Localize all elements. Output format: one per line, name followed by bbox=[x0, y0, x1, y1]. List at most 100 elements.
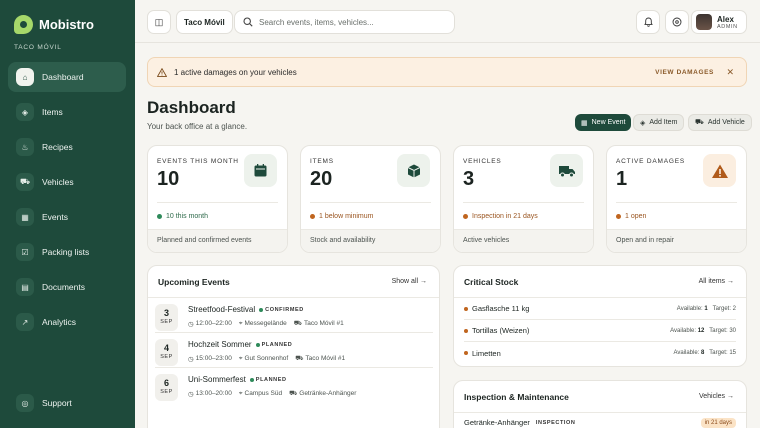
clock-icon: ◷ bbox=[188, 390, 194, 398]
stat-value: 10 bbox=[157, 168, 180, 190]
status-text: PLANNED bbox=[255, 376, 287, 383]
user-menu[interactable]: Alex ADMIN bbox=[691, 10, 747, 34]
brand[interactable]: Mobistro bbox=[14, 15, 94, 34]
card-divider bbox=[454, 412, 746, 413]
trailer-icon: ⛟ bbox=[289, 390, 298, 397]
status-dot bbox=[157, 214, 162, 219]
calendar-icon: ▦ bbox=[16, 208, 34, 226]
organization-switcher[interactable]: Taco Móvil bbox=[176, 10, 233, 34]
package-icon: ◈ bbox=[640, 119, 646, 127]
available-label: Available: bbox=[676, 305, 703, 312]
sidebar-item-vehicles[interactable]: ⛟ Vehicles bbox=[8, 167, 126, 197]
event-title: Hochzeit Sommer PLANNED bbox=[188, 340, 292, 349]
home-icon: ⌂ bbox=[16, 68, 34, 86]
stat-footer: Stock and availability bbox=[301, 229, 440, 252]
available-value: 1 bbox=[704, 305, 708, 312]
truck-icon: ⛟ bbox=[16, 173, 34, 191]
status-badge: PLANNED bbox=[249, 376, 287, 383]
sidebar-item-analytics[interactable]: ↗ Analytics bbox=[8, 307, 126, 337]
event-vehicle-text: Taco Móvil #1 bbox=[303, 320, 344, 327]
event-day: 4 bbox=[163, 343, 169, 353]
all-items-link[interactable]: All items → bbox=[699, 278, 734, 285]
warning-icon bbox=[711, 164, 728, 178]
notifications-button[interactable] bbox=[636, 10, 660, 34]
truck-icon bbox=[558, 165, 575, 177]
stock-row[interactable]: Gasflasche 11 kg Available: 1 Target: 2 bbox=[464, 298, 736, 320]
card-title: Inspection & Maintenance bbox=[464, 392, 569, 402]
target-label: Target: bbox=[709, 327, 728, 334]
alert-text: 1 active damages on your vehicles bbox=[174, 67, 297, 77]
status-dot bbox=[464, 328, 468, 333]
inspection-type-badge: INSPECTION bbox=[535, 419, 576, 426]
sidebar-nav: ⌂ Dashboard ◈ Items ♨ Recipes ⛟ Vehicles ▦ Ev… bbox=[8, 62, 126, 342]
inspection-row[interactable]: Getränke-Anhänger INSPECTION in 21 days bbox=[464, 417, 736, 428]
search-input[interactable] bbox=[259, 17, 439, 27]
sidebar-item-support[interactable]: ◎ Support bbox=[8, 388, 126, 418]
stat-note: 1 open bbox=[616, 213, 646, 220]
add-vehicle-button[interactable]: ⛟ Add Vehicle bbox=[688, 114, 752, 131]
event-date: 3 SEP bbox=[155, 304, 178, 331]
location-pin-icon: ⌖ bbox=[238, 319, 243, 327]
event-time-text: 12:00–22:00 bbox=[195, 320, 232, 327]
sidebar-item-packing-lists[interactable]: ☑ Packing lists bbox=[8, 237, 126, 267]
stat-card-items[interactable]: ITEMS 20 1 below minimum Stock and avail… bbox=[300, 145, 441, 253]
stat-note-text: 1 open bbox=[625, 213, 647, 220]
search-box[interactable] bbox=[234, 10, 455, 34]
event-vehicle-text: Getränke-Anhänger bbox=[299, 390, 357, 397]
status-dot bbox=[259, 307, 264, 312]
location-pin-icon: ⌖ bbox=[238, 354, 243, 362]
stat-note: 1 below minimum bbox=[310, 213, 373, 220]
sidebar-item-recipes[interactable]: ♨ Recipes bbox=[8, 132, 126, 162]
event-day: 3 bbox=[163, 308, 169, 318]
event-row[interactable]: 3 SEP Streetfood-Festival CONFIRMED ◷ 12:00… bbox=[155, 302, 433, 333]
status-text: CONFIRMED bbox=[265, 306, 304, 313]
clock-icon: ◷ bbox=[188, 355, 194, 363]
view-damages-link[interactable]: VIEW DAMAGES bbox=[655, 69, 714, 76]
event-name: Streetfood-Festival bbox=[188, 305, 256, 314]
available-label: Available: bbox=[670, 327, 697, 334]
sidebar-item-dashboard[interactable]: ⌂ Dashboard bbox=[8, 62, 126, 92]
available-value: 12 bbox=[697, 327, 705, 334]
topbar: ◫ Taco Móvil Alex ADMIN bbox=[135, 0, 760, 43]
sidebar-item-items[interactable]: ◈ Items bbox=[8, 97, 126, 127]
close-icon[interactable]: ✕ bbox=[726, 67, 734, 78]
help-button[interactable] bbox=[665, 10, 689, 34]
sidebar-item-label: Recipes bbox=[42, 142, 73, 152]
stock-row[interactable]: Tortillas (Weizen) Available: 12 Target: … bbox=[464, 320, 736, 342]
sidebar-item-label: Packing lists bbox=[42, 247, 90, 257]
event-place-text: Gut Sonnenhof bbox=[244, 355, 289, 362]
event-row[interactable]: 4 SEP Hochzeit Sommer PLANNED ◷ 15:00–23:00… bbox=[155, 337, 433, 368]
event-row[interactable]: 6 SEP Uni-Sommerfest PLANNED ◷ 13:00–20:00 ⌖… bbox=[155, 372, 433, 403]
stock-item-name: Limetten bbox=[472, 348, 501, 358]
status-dot bbox=[249, 377, 254, 382]
target-label: Target: bbox=[709, 350, 728, 356]
status-dot bbox=[464, 306, 468, 311]
stat-card-damages[interactable]: ACTIVE DAMAGES 1 1 open Open and in repa… bbox=[606, 145, 747, 253]
event-title: Uni-Sommerfest PLANNED bbox=[188, 375, 287, 384]
stat-footer: Open and in repair bbox=[607, 229, 746, 252]
sidebar-item-events[interactable]: ▦ Events bbox=[8, 202, 126, 232]
stat-value: 3 bbox=[463, 168, 475, 190]
sidebar-toggle-button[interactable]: ◫ bbox=[147, 10, 171, 34]
sidebar-toggle-icon: ◫ bbox=[154, 16, 164, 27]
stat-card-vehicles[interactable]: VEHICLES 3 Inspection in 21 days Active … bbox=[453, 145, 594, 253]
show-all-link[interactable]: Show all → bbox=[392, 278, 427, 285]
warning-icon bbox=[157, 67, 167, 77]
stock-row[interactable]: Limetten Available: 8 Target: 15 bbox=[464, 342, 736, 364]
sidebar-item-label: Items bbox=[42, 107, 63, 117]
sidebar-item-documents[interactable]: ▤ Documents bbox=[8, 272, 126, 302]
new-event-button[interactable]: ▦ New Event bbox=[575, 114, 632, 131]
help-icon: ◎ bbox=[16, 394, 34, 412]
stat-card-events[interactable]: EVENTS THIS MONTH 10 10 this month Plann… bbox=[147, 145, 288, 253]
truck-icon: ⛟ bbox=[295, 355, 304, 362]
stat-note-text: 1 below minimum bbox=[319, 213, 374, 220]
event-month: SEP bbox=[160, 319, 173, 325]
event-place: ⌖ Campus Süd bbox=[239, 389, 282, 398]
event-time: ◷ 13:00–20:00 bbox=[188, 389, 232, 398]
vehicles-link[interactable]: Vehicles → bbox=[699, 393, 734, 400]
sidebar-item-label: Vehicles bbox=[42, 177, 74, 187]
add-item-button[interactable]: ◈ Add Item bbox=[633, 114, 685, 131]
stat-value: 1 bbox=[616, 168, 628, 190]
event-vehicle: ⛟ Taco Móvil #1 bbox=[295, 354, 345, 363]
avatar bbox=[696, 14, 712, 30]
